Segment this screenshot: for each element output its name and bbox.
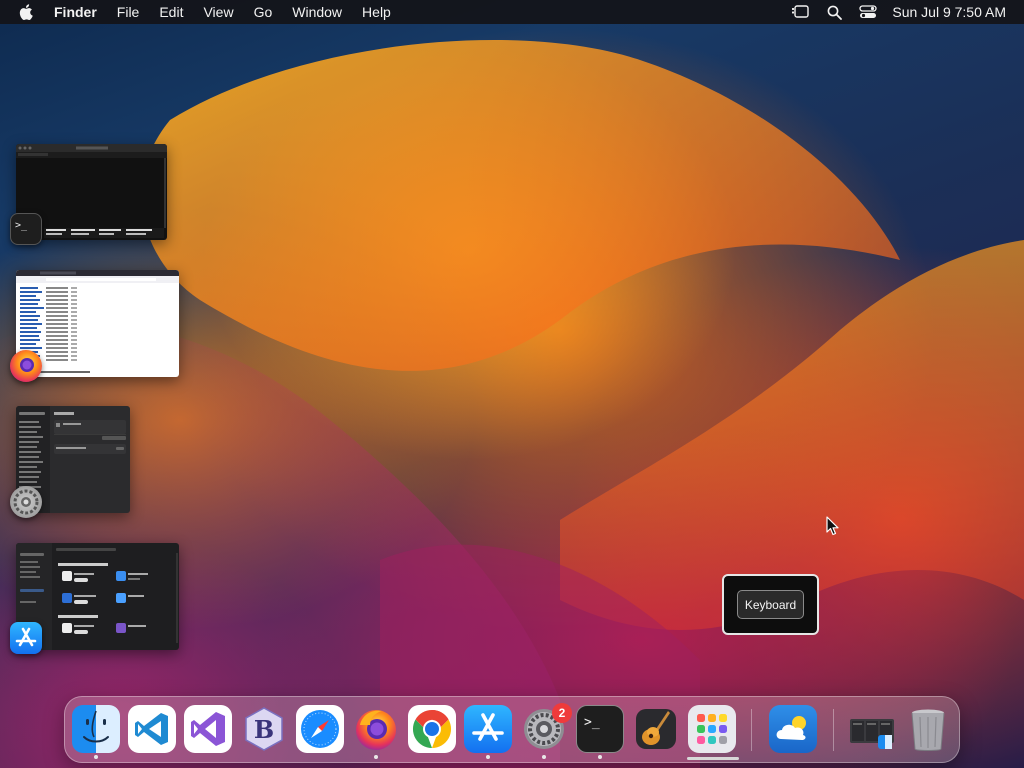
dock-garageband[interactable]	[632, 705, 680, 753]
launchpad-icon	[697, 714, 727, 744]
menu-help[interactable]: Help	[352, 0, 401, 24]
visual-studio-icon	[191, 712, 225, 746]
svg-text:>_: >_	[15, 220, 28, 231]
mouse-pointer-icon	[826, 516, 840, 536]
menu-view[interactable]: View	[193, 0, 243, 24]
dock-bbedit[interactable]: B	[240, 705, 288, 753]
menu-edit[interactable]: Edit	[149, 0, 193, 24]
dock-firefox[interactable]	[352, 705, 400, 753]
keyboard-tooltip: Keyboard	[722, 574, 819, 635]
dock-running-indicator	[542, 755, 546, 759]
dock-running-indicator	[598, 755, 602, 759]
dock-separator	[833, 709, 834, 751]
menu-window[interactable]: Window	[282, 0, 352, 24]
dock-separator	[751, 709, 752, 751]
dock-safari[interactable]	[296, 705, 344, 753]
dock: B 2 >_	[64, 696, 960, 763]
dock-finder[interactable]	[72, 705, 120, 753]
menu-bar-status-area: Sun Jul 9 7:50 AM	[790, 3, 1024, 21]
bbedit-icon: B	[245, 707, 283, 751]
dock-weather[interactable]	[769, 705, 817, 753]
dock-running-indicator	[94, 755, 98, 759]
apple-logo-icon[interactable]	[16, 2, 36, 22]
dock-chrome[interactable]	[408, 705, 456, 753]
vscode-icon	[135, 713, 168, 745]
dock-running-indicator	[486, 755, 490, 759]
garageband-icon	[636, 709, 676, 749]
firefox-icon	[10, 350, 42, 382]
dock-launchpad[interactable]	[688, 705, 736, 753]
control-center-icon[interactable]	[858, 3, 878, 21]
dock-visual-studio[interactable]	[184, 705, 232, 753]
downloads-stack-icon	[850, 719, 894, 749]
stage-manager-icon[interactable]	[790, 3, 810, 21]
menu-bar-clock[interactable]: Sun Jul 9 7:50 AM	[892, 4, 1006, 20]
keyboard-button[interactable]: Keyboard	[737, 590, 804, 619]
dock-scroll-indicator	[687, 757, 739, 760]
system-settings-icon	[10, 486, 42, 518]
dock-downloads-stack[interactable]	[848, 705, 896, 753]
spotlight-search-icon[interactable]	[824, 3, 844, 21]
terminal-icon: >_	[10, 213, 42, 245]
menu-app-finder[interactable]: Finder	[50, 0, 107, 24]
terminal-icon: >_	[584, 715, 600, 730]
app-store-icon	[472, 713, 504, 741]
dock-trash[interactable]	[904, 705, 952, 753]
finder-icon	[83, 710, 109, 743]
menu-file[interactable]: File	[107, 0, 150, 24]
firefox-icon	[356, 710, 396, 750]
dock-app-store[interactable]	[464, 705, 512, 753]
safari-icon	[301, 710, 339, 748]
menu-bar: Finder File Edit View Go Window Help Sun…	[0, 0, 1024, 24]
trash-icon	[911, 709, 945, 751]
notification-badge: 2	[552, 703, 572, 723]
dock-vscode[interactable]	[128, 705, 176, 753]
app-store-icon	[10, 622, 42, 654]
desktop-wallpaper	[0, 0, 1024, 768]
dock-terminal[interactable]: >_	[576, 705, 624, 753]
chrome-icon	[412, 709, 452, 749]
weather-icon	[776, 716, 806, 740]
menu-go[interactable]: Go	[244, 0, 283, 24]
svg-text:>_: >_	[584, 715, 600, 730]
dock-running-indicator	[374, 755, 378, 759]
svg-text:B: B	[254, 715, 274, 744]
